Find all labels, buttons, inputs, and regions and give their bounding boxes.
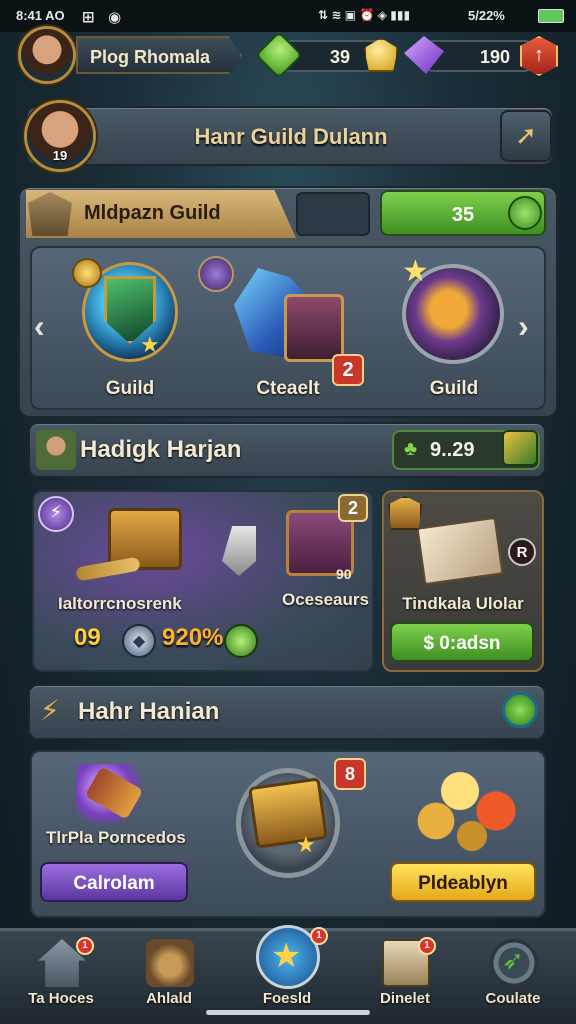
star-icon: ★ (140, 332, 160, 357)
hahr-mid-badge: 8 (334, 758, 366, 790)
gold-coins-icon (406, 756, 526, 856)
compass-icon: ➶ (490, 939, 538, 987)
status-bar: 8:41 AO ⊞ ◉ ⇅ ≋ ▣ ⏰ ◈ ▮▮▮ 5/22% (0, 0, 576, 32)
right-card-label: Tindkala Ulolar (402, 594, 524, 613)
item1-label: Ialtorrcnosrenk (58, 594, 182, 613)
hahr-left-button-label: Calrolam (73, 873, 155, 894)
nav-shop-label: Dinelet (379, 990, 430, 1007)
nav-settings-label: Coulate (485, 990, 541, 1007)
warrior-portrait-icon (36, 430, 76, 470)
hadigk-value: 9..29 (430, 439, 475, 461)
guild-hall-icon (146, 939, 194, 987)
lightning-icon: ⚡ (40, 695, 60, 726)
item2-label: Oceseaurs (282, 590, 369, 609)
guild-card-1[interactable]: ★ (70, 254, 190, 374)
status-time: 8:41 AO (16, 8, 65, 23)
hadigk-title: Hadigk Harjan (80, 436, 242, 463)
nav-guild-label: Ahlald (146, 990, 192, 1007)
guild-tab-spacer (296, 192, 370, 236)
gold-scroll-icon (72, 258, 102, 288)
hahr-title: Hahr Hanian (78, 698, 220, 725)
nav-item-settings[interactable]: ➶ Coulate (468, 937, 558, 1023)
leaf-check-icon (508, 196, 542, 230)
hahr-right-button-label: Pldeablyn (418, 873, 508, 894)
guild-green-value: 35 (451, 204, 475, 226)
guild-card-3-label: Guild (429, 378, 479, 399)
guild-header-title: Hanr Guild Dulann (194, 124, 388, 149)
guild-section-title: Mldpazn Guild (84, 202, 221, 224)
avatar-level: 19 (52, 148, 68, 163)
nav-item-shop[interactable]: 1 Dinelet (360, 937, 450, 1023)
item2-count: 90 (336, 566, 352, 582)
gold-chest-icon (248, 777, 328, 849)
nav-shop-badge: 1 (418, 937, 436, 955)
guild-card-2-label: Cteaelt (256, 378, 320, 399)
leaf-currency-icon: ♣ (404, 438, 418, 460)
nav-main-label: Foesld (262, 990, 312, 1007)
leaf-stat-icon (224, 624, 258, 658)
player-name: Plog Rhomala (90, 47, 211, 67)
right-card-badge: R (508, 538, 536, 566)
app-icon: ⊞ (82, 9, 95, 26)
sword-leaf-icon[interactable] (502, 430, 538, 466)
guild-card-3[interactable]: ★ (396, 254, 512, 374)
stat-b: 920% (162, 624, 224, 651)
player-name-banner[interactable]: Plog Rhomala (76, 36, 242, 74)
right-card-buy-button[interactable]: $ 0:adsn (390, 622, 534, 662)
nav-main-badge: 1 (310, 927, 328, 945)
purple-pack-icon (284, 294, 344, 362)
carousel-left-chevron-icon[interactable]: ‹ (34, 308, 60, 344)
player-avatar[interactable] (18, 26, 76, 84)
carousel-right-chevron-icon[interactable]: › (518, 308, 544, 344)
nav-item-guild[interactable]: Ahlald (124, 937, 214, 1023)
green-orb-icon[interactable] (502, 692, 538, 728)
battery-icon (538, 9, 564, 23)
left-card-badge: 2 (338, 494, 368, 522)
guild-card-1-label: Guild (105, 378, 155, 399)
nav-home-badge: 1 (76, 937, 94, 955)
right-card-button-label: $ 0:adsn (423, 633, 501, 654)
nav-home-label: Ta Hoces (28, 990, 94, 1007)
nav-item-home[interactable]: 1 Ta Hoces (16, 937, 106, 1023)
battery-text: 5/22% (468, 8, 505, 23)
green-currency-value: 39 (330, 47, 351, 67)
hahr-left-button[interactable]: Calrolam (40, 862, 188, 902)
magic-bolt-icon: ⚡ (38, 496, 74, 532)
gift-box-icon (416, 516, 504, 586)
purple-currency-value: 190 (480, 47, 511, 67)
hahr-right-button[interactable]: Pldeablyn (390, 862, 536, 902)
notification-icon: ◉ (108, 9, 122, 26)
mid-star-icon: ★ (296, 832, 316, 857)
avatar-portrait-icon (21, 29, 73, 81)
hahr-left-label: TlrPla Porncedos (46, 828, 186, 847)
stat-a: 09 (74, 624, 101, 651)
gold-star-icon: ★ (402, 255, 429, 288)
edit-pointer-icon[interactable]: ➚ (500, 110, 552, 162)
signal-icon: ⇅ ≋ ▣ ⏰ ◈ ▮▮▮ (318, 8, 411, 22)
home-indicator[interactable] (206, 1010, 370, 1015)
gem-stat-icon: ◆ (122, 624, 156, 658)
